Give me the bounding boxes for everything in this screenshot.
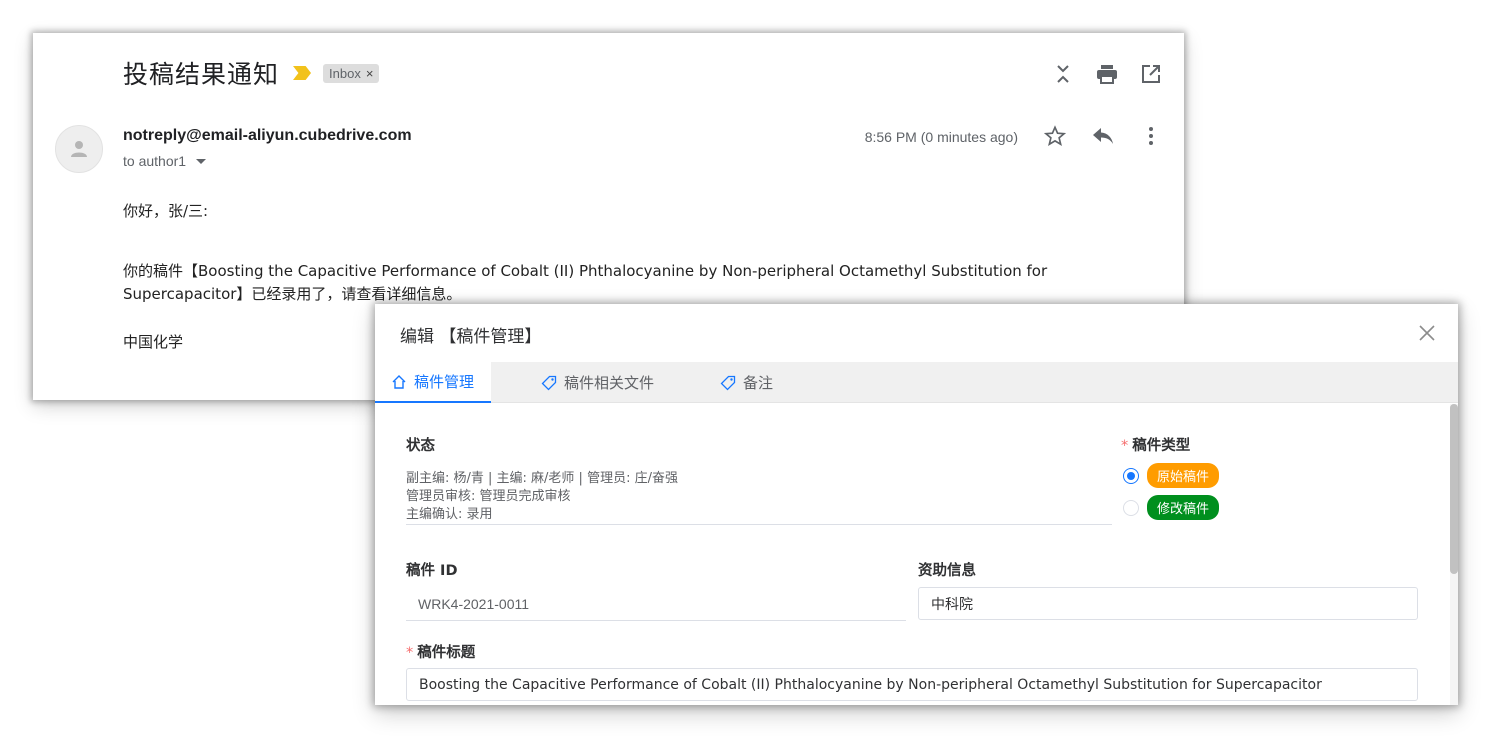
tab-label: 稿件相关文件	[564, 374, 655, 392]
radio-button[interactable]	[1123, 499, 1139, 516]
radio-original-manuscript[interactable]: 原始稿件	[1123, 463, 1220, 488]
manuscript-type-label: * 稿件类型	[1121, 434, 1190, 455]
open-in-new-icon[interactable]	[1140, 63, 1162, 85]
status-line: 副主编: 杨/青 | 主编: 麻/老师 | 管理员: 庄/奋强	[406, 471, 678, 486]
thread-toolbar	[1052, 63, 1162, 85]
remove-label-icon[interactable]: ×	[366, 66, 374, 81]
funding-value: 中科院	[931, 596, 973, 613]
recipient-text: to author1	[123, 153, 187, 169]
chevron-down-icon[interactable]	[196, 158, 207, 164]
sender-avatar[interactable]	[55, 125, 103, 173]
sender-address[interactable]: notreply@email-aliyun.cubedrive.com	[123, 127, 412, 145]
tag-icon	[541, 375, 557, 390]
inbox-label-text: Inbox	[329, 65, 361, 81]
email-body-paragraph: 你的稿件【Boosting the Capacitive Performance…	[123, 262, 1048, 303]
email-subject-row: 投稿结果通知 Inbox ×	[123, 55, 380, 91]
manuscript-id-field[interactable]: WRK4-2021-0011	[406, 588, 906, 621]
manuscript-title-label-text: 稿件标题	[417, 645, 476, 661]
manuscript-title-input[interactable]: Boosting the Capacitive Performance of C…	[406, 668, 1418, 701]
radio-button[interactable]	[1123, 467, 1139, 484]
tab-label: 稿件管理	[414, 373, 475, 391]
status-line: 管理员审核: 管理员完成审核	[406, 489, 571, 504]
tab-label: 备注	[743, 374, 774, 392]
dialog-scrollbar-thumb[interactable]	[1450, 404, 1458, 574]
message-actions	[1044, 125, 1162, 147]
recipient-line[interactable]: to author1	[123, 153, 207, 169]
person-icon	[71, 141, 87, 157]
status-line: 主编确认: 录用	[406, 507, 493, 522]
required-mark: *	[406, 645, 414, 661]
funding-label: 资助信息	[918, 563, 976, 579]
manuscript-id-value: WRK4-2021-0011	[418, 596, 530, 612]
email-signature: 中国化学	[123, 333, 184, 351]
tag-icon	[720, 375, 736, 390]
status-info: 副主编: 杨/青 | 主编: 麻/老师 | 管理员: 庄/奋强 管理员审核: 管…	[406, 470, 1112, 525]
tab-notes[interactable]: 备注	[704, 362, 789, 403]
close-icon[interactable]	[1418, 324, 1436, 342]
collapse-icon[interactable]	[1052, 63, 1074, 85]
status-label: 状态	[406, 438, 435, 454]
funding-input[interactable]: 中科院	[918, 587, 1418, 620]
tab-manuscript-files[interactable]: 稿件相关文件	[525, 362, 670, 403]
dialog-tabs: 稿件管理 稿件相关文件 备注	[375, 362, 1458, 403]
dialog-title: 编辑 【稿件管理】	[400, 327, 542, 347]
revised-manuscript-pill: 修改稿件	[1147, 495, 1220, 520]
manuscript-id-label: 稿件 ID	[406, 563, 458, 579]
reply-icon[interactable]	[1092, 125, 1114, 147]
original-manuscript-pill: 原始稿件	[1147, 463, 1220, 488]
tab-manuscript-management[interactable]: 稿件管理	[375, 362, 491, 403]
edit-manuscript-dialog: 编辑 【稿件管理】 稿件管理 稿件相关文件 备注 状态 副主编: 杨/青 | 主…	[375, 304, 1458, 705]
dialog-header: 编辑 【稿件管理】	[375, 304, 1458, 362]
manuscript-title-value: Boosting the Capacitive Performance of C…	[419, 676, 1322, 693]
message-timestamp: 8:56 PM (0 minutes ago)	[864, 129, 1018, 145]
email-subject: 投稿结果通知	[123, 60, 280, 89]
manuscript-type-label-text: 稿件类型	[1132, 438, 1191, 454]
required-mark: *	[1121, 438, 1129, 454]
star-icon[interactable]	[1044, 125, 1066, 147]
manuscript-title-label: * 稿件标题	[406, 641, 475, 662]
important-marker-icon[interactable]	[293, 66, 312, 80]
more-vert-icon[interactable]	[1140, 125, 1162, 147]
radio-revised-manuscript[interactable]: 修改稿件	[1123, 495, 1220, 520]
inbox-label-chip[interactable]: Inbox ×	[323, 63, 380, 83]
email-greeting: 你好，张/三:	[123, 202, 209, 220]
home-icon	[392, 374, 406, 389]
print-icon[interactable]	[1096, 63, 1118, 85]
